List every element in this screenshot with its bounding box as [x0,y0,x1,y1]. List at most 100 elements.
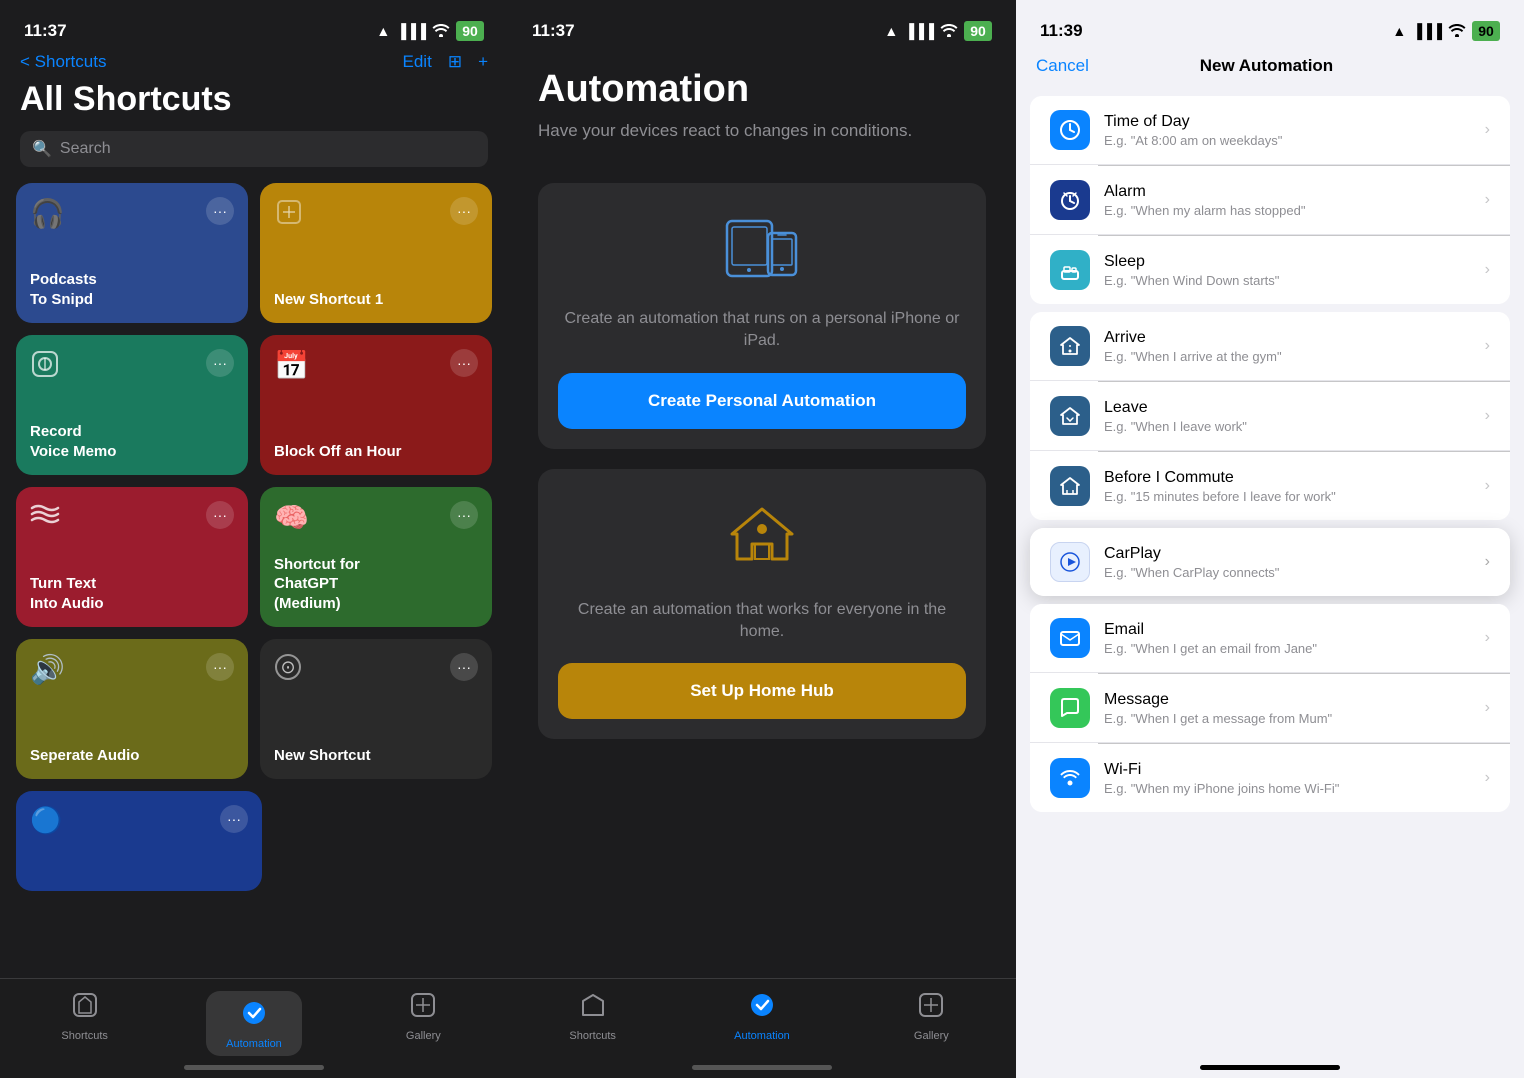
wifi-subtitle: E.g. "When my iPhone joins home Wi-Fi" [1104,781,1485,796]
shortcut-block[interactable]: 📅 ··· Block Off an Hour [260,335,492,475]
tab-shortcuts-1[interactable]: Shortcuts [0,991,169,1042]
page-title-shortcuts: All Shortcuts [0,80,508,131]
wifi-icon-1 [432,23,450,40]
carplay-highlight: CarPlay E.g. "When CarPlay connects" › [1030,528,1510,596]
gallery-tab-label-1: Gallery [406,1030,441,1042]
home-indicator-2 [692,1065,832,1070]
automation-content: Automation Have your devices react to ch… [508,48,1016,779]
shortcut-voice[interactable]: ··· RecordVoice Memo [16,335,248,475]
location-icon-2: ▲ [884,23,898,39]
group-time: Time of Day E.g. "At 8:00 am on weekdays… [1030,96,1510,304]
row-message[interactable]: Message E.g. "When I get a message from … [1030,674,1510,743]
chatgpt-more[interactable]: ··· [450,501,478,529]
add-button[interactable]: + [478,52,488,72]
edit-button[interactable]: Edit [403,52,432,72]
personal-automation-card: Create an automation that runs on a pers… [538,183,986,449]
shortcut-new1[interactable]: ··· New Shortcut 1 [260,183,492,323]
message-text: Message E.g. "When I get a message from … [1104,691,1485,726]
search-bar[interactable]: 🔍 Search [20,131,488,167]
home-indicator-3 [1200,1065,1340,1070]
shortcuts-label-2: Shortcuts [569,1030,615,1042]
row-wifi[interactable]: Wi-Fi E.g. "When my iPhone joins home Wi… [1030,744,1510,812]
podcasts-icon: 🎧 [30,197,65,230]
arrive-subtitle: E.g. "When I arrive at the gym" [1104,349,1485,364]
automation-subtitle: Have your devices react to changes in co… [538,119,986,143]
partial-icon: 🔵 [30,805,62,836]
panel-automation: 11:37 ▲ ▐▐▐ 90 Automation Have your devi… [508,0,1016,1078]
search-placeholder: Search [60,140,111,158]
voice-more[interactable]: ··· [206,349,234,377]
wifi-icon-2 [940,23,958,40]
new1-more[interactable]: ··· [450,197,478,225]
shortcut-new2[interactable]: ⊙ ··· New Shortcut [260,639,492,779]
location-icon-1: ▲ [376,23,390,39]
row-leave[interactable]: Leave E.g. "When I leave work" › [1030,382,1510,451]
audio-more[interactable]: ··· [206,653,234,681]
shortcut-audio[interactable]: 🔊 ··· Seperate Audio [16,639,248,779]
partial-more[interactable]: ··· [220,805,248,833]
shortcut-chatgpt[interactable]: 🧠 ··· Shortcut forChatGPT(Medium) [260,487,492,627]
tab-gallery-2[interactable]: Gallery [847,991,1016,1042]
new2-label: New Shortcut [274,746,478,766]
new2-more[interactable]: ··· [450,653,478,681]
shortcuts-tab-label: Shortcuts [61,1030,107,1042]
location-icon-3: ▲ [1392,23,1406,39]
shortcuts-tab-icon [71,991,99,1026]
row-email[interactable]: Email E.g. "When I get an email from Jan… [1030,604,1510,673]
audio-label: Seperate Audio [30,746,234,766]
tab-gallery-1[interactable]: Gallery [339,991,508,1042]
new2-icon: ⊙ [274,653,302,688]
tab-automation-2[interactable]: Automation [677,991,846,1042]
alarm-text: Alarm E.g. "When my alarm has stopped" [1104,183,1485,218]
alarm-icon [1050,180,1090,220]
block-more[interactable]: ··· [450,349,478,377]
sleep-icon [1050,250,1090,290]
home-indicator-1 [184,1065,324,1070]
row-carplay[interactable]: CarPlay E.g. "When CarPlay connects" › [1030,528,1510,596]
nav-actions-1: Edit ⊞ + [403,52,488,72]
tab-shortcuts-2[interactable]: Shortcuts [508,991,677,1042]
text-audio-more[interactable]: ··· [206,501,234,529]
time-of-day-text: Time of Day E.g. "At 8:00 am on weekdays… [1104,113,1485,148]
signal-icon-3: ▐▐▐ [1412,23,1442,39]
grid-button[interactable]: ⊞ [448,52,462,72]
back-button-1[interactable]: < Shortcuts [20,52,106,72]
alarm-subtitle: E.g. "When my alarm has stopped" [1104,203,1485,218]
voice-icon [30,349,60,386]
sleep-subtitle: E.g. "When Wind Down starts" [1104,273,1485,288]
shortcuts-grid: 🎧 ··· PodcastsTo Snipd ··· New Shortcut … [0,183,508,779]
device-icon [722,213,802,292]
commute-text: Before I Commute E.g. "15 minutes before… [1104,469,1485,504]
time-of-day-icon [1050,110,1090,150]
podcasts-more[interactable]: ··· [206,197,234,225]
tab-automation-1[interactable]: Automation [169,991,338,1056]
row-sleep[interactable]: Sleep E.g. "When Wind Down starts" › [1030,236,1510,304]
bottom-tab-bar-1: Shortcuts Automation [0,978,508,1078]
nav-bar-1: < Shortcuts Edit ⊞ + [0,48,508,80]
bottom-tab-bar-2: Shortcuts Automation Gallery [508,978,1016,1078]
battery-1: 90 [456,21,484,41]
shortcut-partial[interactable]: 🔵 ··· [16,791,262,891]
shortcut-podcasts[interactable]: 🎧 ··· PodcastsTo Snipd [16,183,248,323]
status-icons-3: ▲ ▐▐▐ 90 [1392,21,1500,41]
automation-list: Time of Day E.g. "At 8:00 am on weekdays… [1016,88,1524,1036]
row-before-commute[interactable]: Before I Commute E.g. "15 minutes before… [1030,452,1510,520]
shortcut-text-audio[interactable]: ··· Turn TextInto Audio [16,487,248,627]
time-2: 11:37 [532,21,575,41]
create-personal-automation-button[interactable]: Create Personal Automation [558,373,966,429]
signal-icon-2: ▐▐▐ [904,23,934,39]
gallery-tab-icon-1 [409,991,437,1026]
row-arrive[interactable]: Arrive E.g. "When I arrive at the gym" › [1030,312,1510,381]
setup-home-hub-button[interactable]: Set Up Home Hub [558,663,966,719]
chatgpt-label: Shortcut forChatGPT(Medium) [274,555,478,614]
arrive-icon [1050,326,1090,366]
text-audio-icon [30,501,60,533]
commute-chevron: › [1485,477,1490,495]
wifi-row-icon [1050,758,1090,798]
cancel-button[interactable]: Cancel [1036,56,1089,76]
time-1: 11:37 [24,21,67,41]
row-time-of-day[interactable]: Time of Day E.g. "At 8:00 am on weekdays… [1030,96,1510,165]
battery-2: 90 [964,21,992,41]
row-alarm[interactable]: Alarm E.g. "When my alarm has stopped" › [1030,166,1510,235]
battery-3: 90 [1472,21,1500,41]
